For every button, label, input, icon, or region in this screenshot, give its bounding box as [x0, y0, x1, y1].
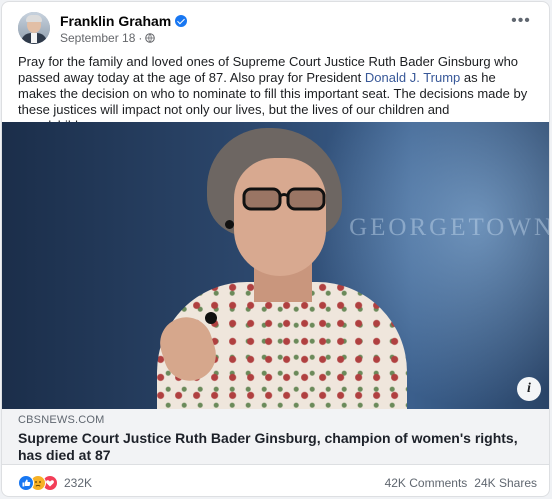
shared-image[interactable]: GEORGETOWN i	[2, 122, 549, 409]
post-card: Franklin Graham September 18 · ••• Pray …	[1, 1, 550, 497]
link-source: CBSNEWS.COM	[18, 414, 105, 426]
mention-link[interactable]: Donald J. Trump	[365, 70, 460, 85]
post-footer: 232K 42K Comments 24K Shares	[2, 465, 549, 496]
like-icon	[18, 475, 34, 491]
info-button[interactable]: i	[517, 377, 541, 401]
link-preview[interactable]: CBSNEWS.COM Supreme Court Justice Ruth B…	[2, 409, 549, 465]
avatar[interactable]	[18, 12, 50, 44]
microphone-icon	[205, 312, 217, 324]
post-meta: September 18 ·	[60, 31, 156, 45]
post-date[interactable]: September 18	[60, 31, 135, 45]
backdrop-text: GEORGETOWN	[349, 214, 549, 241]
reactions-summary[interactable]: 232K	[18, 475, 92, 491]
meta-separator: ·	[138, 31, 143, 45]
post-header: Franklin Graham September 18 · •••	[18, 12, 533, 46]
reaction-count: 232K	[64, 476, 93, 490]
author-row: Franklin Graham	[60, 13, 188, 29]
author-name[interactable]: Franklin Graham	[60, 13, 171, 29]
more-options-button[interactable]: •••	[509, 13, 533, 34]
engagement-stats: 42K Comments 24K Shares	[385, 476, 537, 490]
verified-badge-icon	[175, 15, 188, 27]
globe-icon	[145, 33, 156, 43]
link-headline[interactable]: Supreme Court Justice Ruth Bader Ginsbur…	[18, 430, 535, 464]
shares-count-link[interactable]: 24K Shares	[474, 476, 537, 490]
glasses-icon	[242, 187, 326, 211]
comments-count-link[interactable]: 42K Comments	[385, 476, 468, 490]
figure-face	[234, 158, 326, 276]
